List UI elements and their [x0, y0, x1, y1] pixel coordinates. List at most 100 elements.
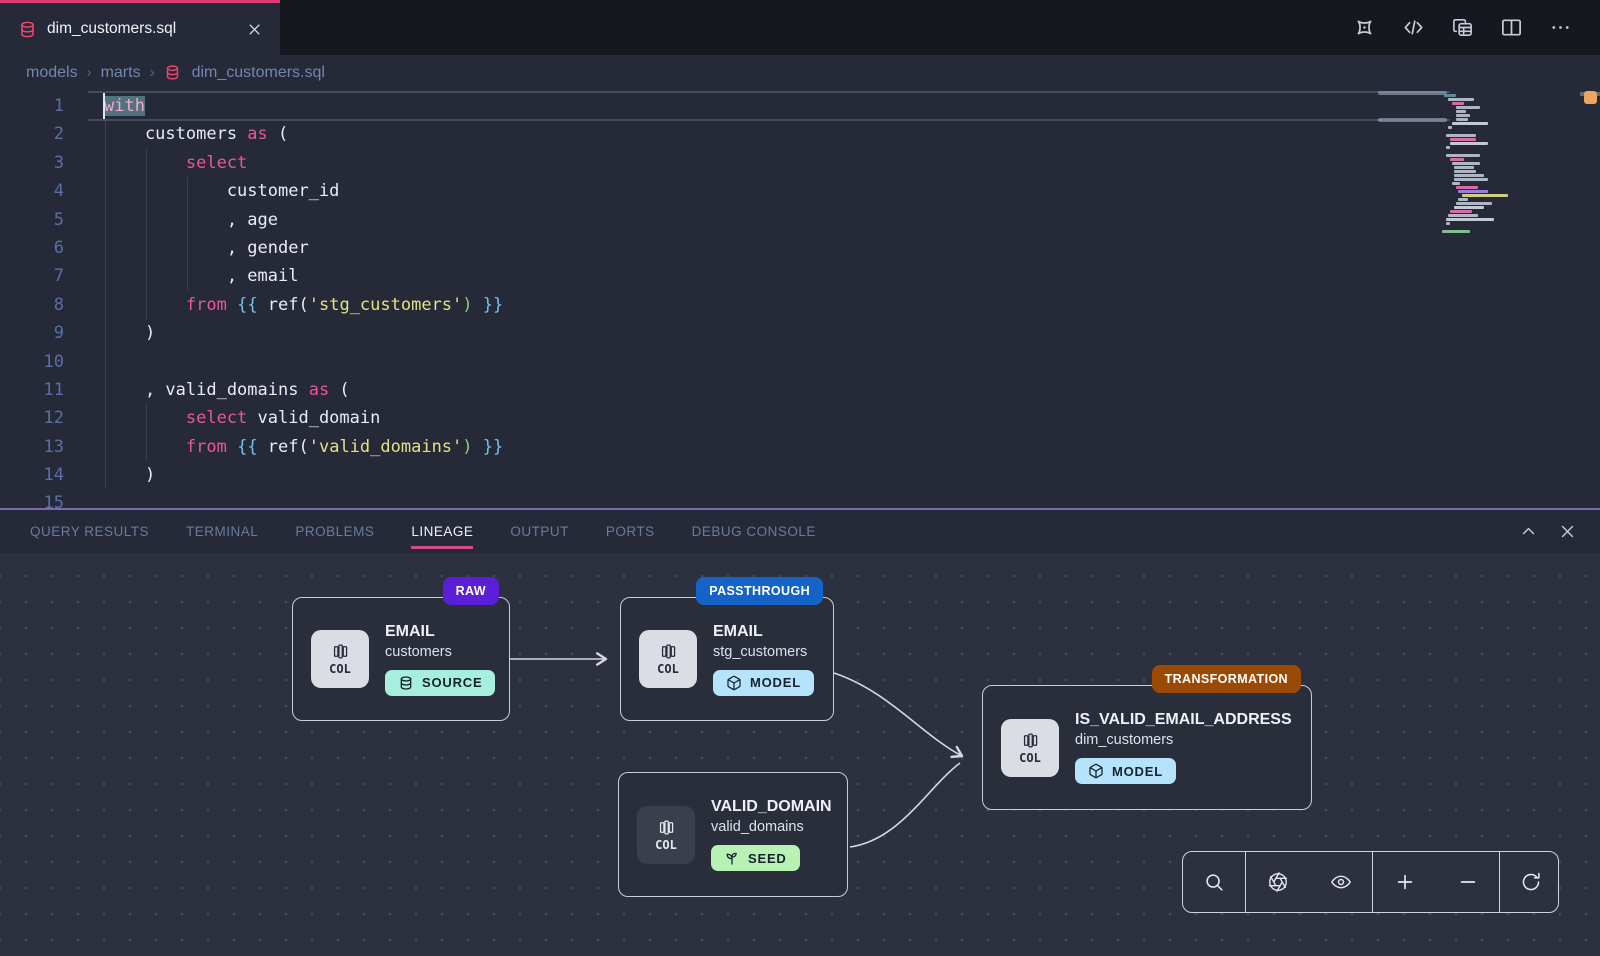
editor-actions — [1353, 0, 1600, 55]
lineage-controls — [1182, 851, 1559, 913]
breadcrumb-separator: › — [87, 64, 92, 81]
database-icon — [164, 64, 181, 81]
refresh-button[interactable] — [1500, 852, 1559, 912]
table-name: stg_customers — [713, 644, 814, 660]
panel-tab-debug-console[interactable]: DEBUG CONSOLE — [692, 518, 816, 545]
app-window: dim_customers.sql models › marts › dim_custo… — [0, 0, 1600, 956]
eye-icon — [1330, 871, 1352, 893]
panel-tab-terminal[interactable]: TERMINAL — [186, 518, 258, 545]
code-icon[interactable] — [1402, 16, 1425, 39]
edge-type-badge: TRANSFORMATION — [1152, 665, 1301, 693]
database-icon — [398, 675, 414, 691]
aperture-button[interactable] — [1246, 852, 1309, 912]
panel-tab-problems[interactable]: PROBLEMS — [295, 518, 374, 545]
lineage-node-valid_domains[interactable]: COL VALID_DOMAIN valid_domains SEED — [618, 772, 848, 897]
column-name: VALID_DOMAIN — [711, 798, 832, 816]
code-line — [104, 348, 503, 376]
column-type-box: COL — [639, 630, 697, 688]
code-line: , valid_domains as ( — [104, 376, 503, 404]
code-line: with — [104, 92, 503, 120]
panel-tab-query-results[interactable]: QUERY RESULTS — [30, 518, 149, 545]
code-line: from {{ ref('stg_customers') }} — [104, 291, 503, 319]
database-icon — [18, 20, 37, 39]
lineage-node-customers[interactable]: RAWCOLEMAILcustomersSOURCE — [292, 597, 510, 721]
columns-icon — [657, 818, 676, 837]
tab-title: dim_customers.sql — [47, 20, 237, 38]
panel-tab-bar: QUERY RESULTS TERMINAL PROBLEMS LINEAGE OUTP… — [0, 508, 1600, 553]
cube-icon — [1088, 763, 1104, 779]
code-editor[interactable]: 123456789101112131415 with customers as … — [0, 90, 1600, 508]
table-name: customers — [385, 644, 495, 660]
split-editor-icon[interactable] — [1500, 16, 1523, 39]
search-icon — [1203, 871, 1225, 893]
seedling-icon — [724, 850, 740, 866]
eye-button[interactable] — [1309, 852, 1372, 912]
panel-tab-ports[interactable]: PORTS — [606, 518, 655, 545]
editor-tab-dim-customers[interactable]: dim_customers.sql — [0, 0, 280, 55]
minus-icon — [1457, 871, 1479, 893]
code-line: ) — [104, 461, 503, 489]
lineage-node-dim_customers[interactable]: TRANSFORMATIONCOLIS_VALID_EMAIL_ADDRESSd… — [982, 685, 1312, 810]
code-line: from {{ ref('valid_domains') }} — [104, 433, 503, 461]
column-type-box: COL — [1001, 719, 1059, 777]
plus-icon — [1394, 871, 1416, 893]
code-line: , gender — [104, 234, 503, 262]
edge-valid_domains-to-dim_customers — [850, 763, 960, 847]
aperture-icon — [1267, 871, 1289, 893]
copy-table-icon[interactable] — [1451, 16, 1474, 39]
column-name: EMAIL — [713, 623, 814, 641]
scroll-decoration-marker — [1584, 91, 1597, 104]
editor-tab-bar: dim_customers.sql — [0, 0, 1600, 55]
node-type-badge-source: SOURCE — [385, 670, 495, 696]
edge-stg_customers-to-dim_customers — [834, 673, 962, 756]
close-icon[interactable] — [1559, 523, 1576, 540]
code-line: customer_id — [104, 177, 503, 205]
minimap[interactable] — [1442, 94, 1534, 234]
code-line: , age — [104, 206, 503, 234]
code-line — [104, 489, 503, 508]
code-line: select — [104, 149, 503, 177]
more-icon[interactable] — [1549, 16, 1572, 39]
column-type-box: COL — [637, 806, 695, 864]
node-type-badge-model: MODEL — [713, 670, 814, 696]
table-name: valid_domains — [711, 819, 832, 835]
columns-icon — [331, 642, 350, 661]
plus-button[interactable] — [1373, 852, 1436, 912]
code-content: with customers as ( select customer_id ,… — [104, 92, 503, 508]
code-line: ) — [104, 319, 503, 347]
lineage-canvas[interactable]: RAW COL EMAIL customers SOURCE PASSTHROUGH COL… — [0, 553, 1600, 956]
minus-button[interactable] — [1436, 852, 1499, 912]
edge-type-badge: PASSTHROUGH — [696, 577, 823, 605]
current-line-marker — [1378, 118, 1447, 122]
table-name: dim_customers — [1075, 732, 1292, 748]
panel-tab-lineage[interactable]: LINEAGE — [411, 518, 473, 545]
column-name: EMAIL — [385, 623, 495, 641]
close-icon[interactable] — [247, 22, 262, 37]
chevron-up-icon[interactable] — [1520, 523, 1537, 540]
node-type-badge-seed: SEED — [711, 845, 800, 871]
breadcrumb-item-marts[interactable]: marts — [101, 64, 141, 82]
columns-icon — [659, 642, 678, 661]
refresh-icon — [1520, 871, 1542, 893]
breadcrumb: models › marts › dim_customers.sql — [0, 55, 1600, 90]
code-line: select valid_domain — [104, 404, 503, 432]
overview-ruler[interactable] — [1580, 90, 1600, 508]
column-name: IS_VALID_EMAIL_ADDRESS — [1075, 711, 1292, 729]
breadcrumb-separator: › — [150, 64, 155, 81]
search-button[interactable] — [1183, 852, 1245, 912]
breadcrumb-item-dim_customers-sql[interactable]: dim_customers.sql — [164, 64, 325, 82]
lineage-node-stg_customers[interactable]: PASSTHROUGHCOLEMAILstg_customersMODEL — [620, 597, 834, 721]
panel-tab-output[interactable]: OUTPUT — [510, 518, 569, 545]
cube-icon — [726, 675, 742, 691]
current-line-marker — [1378, 91, 1447, 95]
columns-icon — [1021, 731, 1040, 750]
breadcrumb-item-models[interactable]: models — [26, 64, 78, 82]
dbt-icon[interactable] — [1353, 16, 1376, 39]
edge-type-badge: RAW — [443, 577, 499, 605]
code-line: , email — [104, 262, 503, 290]
node-type-badge-model: MODEL — [1075, 758, 1176, 784]
line-numbers: 123456789101112131415 — [0, 92, 64, 508]
text-cursor — [103, 93, 105, 119]
column-type-box: COL — [311, 630, 369, 688]
code-line: customers as ( — [104, 120, 503, 148]
